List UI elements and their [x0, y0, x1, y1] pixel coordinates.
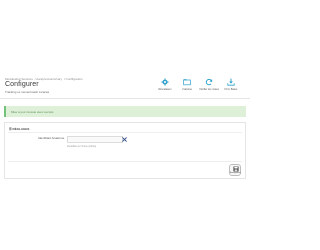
success-alert-text: Mise à jour réussie avec succés — [11, 110, 54, 114]
page-title: Configurer — [5, 81, 39, 88]
download-icon — [227, 78, 235, 86]
toolbar-button-settings[interactable]: Rémalaiem — [154, 78, 176, 91]
settings-panel-title: ☰ RÉGLAGES — [9, 127, 30, 131]
toolbar-button-folder[interactable]: Il attoine — [176, 78, 198, 91]
toolbar-label-settings: Rémalaiem — [158, 88, 172, 91]
toolbar-button-refresh[interactable]: Vérifier les mises — [198, 78, 220, 91]
breadcrumb-item-current: / Conffiguratin — [63, 77, 83, 81]
settings-panel: ☰ RÉGLAGES Identifiant Analonne Identifi… — [4, 122, 246, 179]
save-button-label: Enregistrer — [230, 172, 241, 175]
success-alert: Mise à jour réussie avec succés — [4, 106, 246, 117]
refresh-icon — [205, 78, 213, 86]
toolbar: Rémalaiem Il attoine Vérifier les mises … — [154, 78, 246, 98]
panel-divider — [8, 132, 242, 133]
close-icon[interactable] — [121, 136, 128, 143]
panel-footer-divider — [8, 161, 242, 162]
header-divider — [0, 97, 250, 99]
toolbar-label-download: Fit'm Baser — [224, 88, 238, 91]
toolbar-button-download[interactable]: Fit'm Baser — [220, 78, 242, 91]
page-subtitle: Tracking ux cemanimatic Licacas — [5, 89, 50, 94]
tracking-id-label: Identifiant Analonne — [38, 136, 65, 140]
gear-icon — [161, 78, 169, 86]
tracking-id-help: Identifiant ex Ourse (Adrse) — [67, 145, 97, 148]
folder-icon — [183, 79, 191, 86]
save-button[interactable]: Enregistrer — [229, 164, 241, 176]
toolbar-label-refresh: Vérifier les mises — [199, 88, 219, 91]
tracking-id-input[interactable] — [67, 136, 123, 143]
toolbar-label-folder: Il attoine — [182, 88, 192, 91]
